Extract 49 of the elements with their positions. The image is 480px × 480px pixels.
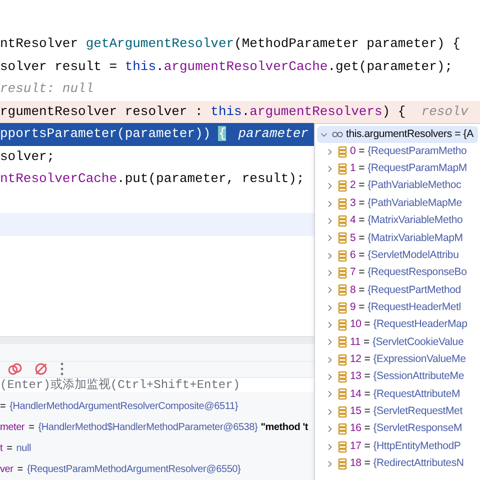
item-index: 11 (350, 334, 360, 350)
item-value: {MatrixVariableMapM (368, 230, 463, 246)
item-equals: = (364, 334, 370, 350)
item-value: {RequestHeaderMetl (368, 300, 461, 315)
item-value: {RequestParamMetho (368, 144, 467, 159)
item-index: 15 (350, 404, 362, 419)
item-index: 7 (350, 265, 356, 280)
item-value: {PathVariableMapMe (368, 196, 462, 211)
item-equals: = (358, 265, 365, 280)
item-value: {RequestPartMethod (368, 282, 461, 298)
item-value: {HttpEntityMethodP (373, 438, 461, 454)
item-equals: = (358, 300, 365, 315)
item-equals: = (364, 421, 370, 436)
item-value: {ExpressionValueMe (373, 352, 466, 367)
item-value: {ServletRequestMet (373, 404, 462, 419)
item-equals: = (358, 282, 365, 298)
item-index: 12 (350, 352, 362, 367)
item-equals: = (358, 144, 365, 159)
item-equals: = (364, 317, 370, 332)
item-equals: = (358, 230, 365, 246)
item-value: {RedirectAttributesN (373, 456, 464, 471)
item-value: {ServletModelAttribu (368, 248, 459, 263)
item-equals: = (364, 352, 370, 367)
item-index: 4 (350, 213, 356, 228)
item-index: 10 (350, 317, 362, 332)
item-index: 2 (350, 178, 356, 194)
item-equals: = (358, 178, 365, 194)
item-index: 0 (350, 144, 356, 159)
item-equals: = (358, 213, 365, 228)
item-equals: = (358, 196, 365, 211)
item-value: {PathVariableMethoc (368, 178, 462, 194)
item-equals: = (364, 404, 370, 419)
item-index: 9 (350, 300, 356, 315)
item-index: 8 (350, 282, 356, 298)
item-index: 6 (350, 248, 356, 263)
item-equals: = (364, 456, 370, 471)
item-value: {MatrixVariableMetho (368, 213, 463, 228)
item-index: 3 (350, 196, 356, 211)
item-equals: = (358, 248, 365, 263)
popup-title: this.argumentResolvers = {A (346, 126, 474, 142)
item-index: 16 (350, 421, 362, 436)
item-value: {RequestResponseBo (368, 265, 467, 280)
item-equals: = (364, 438, 370, 454)
item-value: {ServletCookieValue (372, 334, 464, 350)
item-index: 5 (350, 230, 356, 246)
item-index: 17 (350, 438, 362, 454)
item-index: 18 (350, 456, 362, 471)
item-value: {ServletResponseM (373, 421, 462, 436)
item-value: {RequestHeaderMap (373, 317, 468, 332)
